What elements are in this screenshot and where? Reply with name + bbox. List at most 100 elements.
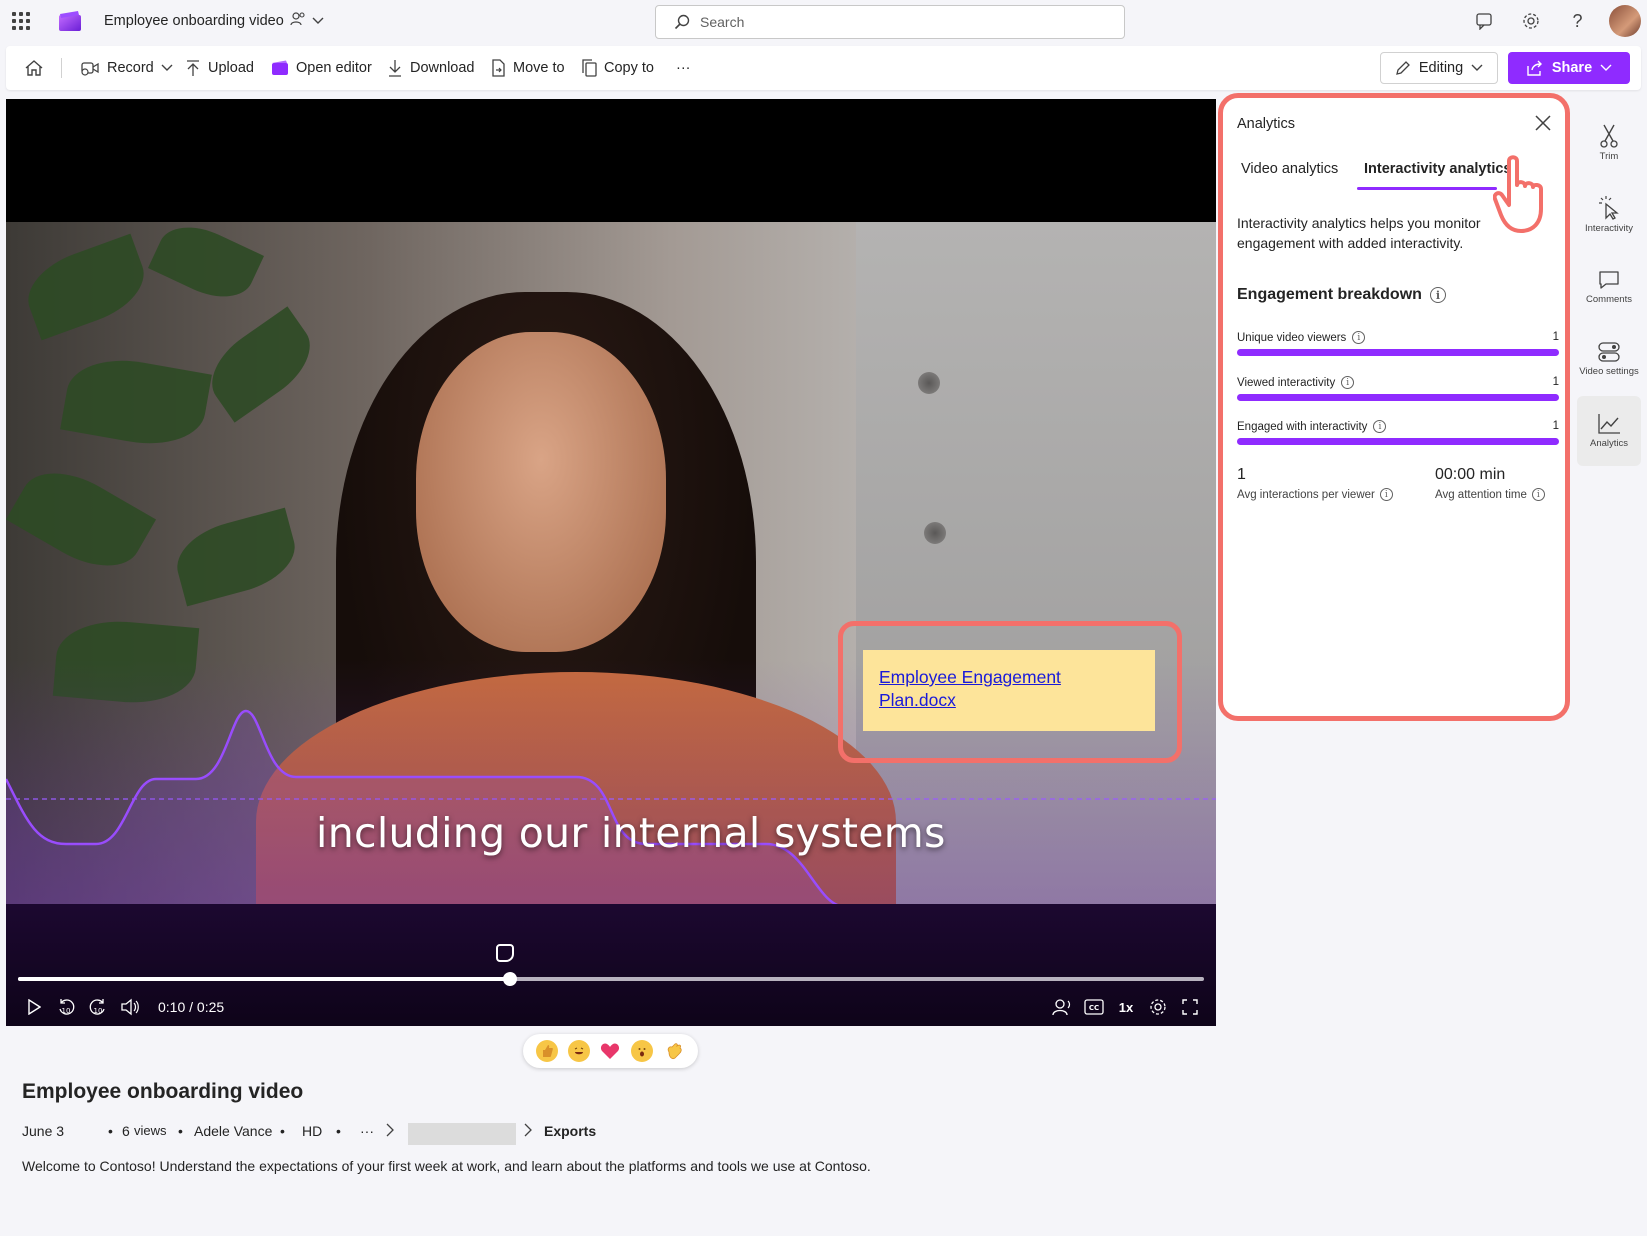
toolbar-divider [61, 58, 62, 78]
interactive-link-card[interactable]: Employee Engagement Plan.docx [863, 650, 1155, 731]
rail-item-analytics[interactable]: Analytics [1577, 396, 1641, 466]
move-to-button[interactable]: Move to [490, 46, 565, 90]
right-controls: CC 1x [1046, 991, 1206, 1023]
player-settings-icon[interactable] [1142, 991, 1174, 1023]
breadcrumb-chevron-icon [524, 1123, 532, 1140]
metric-unique-viewers: Unique video viewers i 1 [1237, 331, 1559, 356]
download-button[interactable]: Download [387, 46, 475, 90]
more-actions-button[interactable]: ··· [676, 46, 691, 90]
rail-item-interactivity[interactable]: Interactivity [1577, 180, 1641, 250]
volume-icon[interactable] [114, 991, 146, 1023]
download-icon [389, 60, 401, 77]
views-label: views [134, 1123, 167, 1138]
rail-item-trim[interactable]: Trim [1577, 108, 1641, 178]
share-icon [1527, 60, 1542, 76]
redacted-folder-name [408, 1123, 516, 1145]
breadcrumb-folder-exports[interactable]: Exports [544, 1123, 596, 1139]
upload-label: Upload [208, 60, 254, 76]
info-icon[interactable]: i [1379, 488, 1393, 501]
copy-to-button[interactable]: Copy to [581, 46, 654, 90]
fullscreen-icon[interactable] [1174, 991, 1206, 1023]
video-settings-icon [1598, 342, 1620, 362]
metric-viewed-interactivity: Viewed interactivity i 1 [1237, 376, 1559, 401]
tab-video-analytics[interactable]: Video analytics [1241, 161, 1338, 177]
document-title-text: Employee onboarding video [104, 12, 284, 29]
info-icon[interactable]: i [1429, 287, 1446, 303]
app-launcher-icon[interactable] [12, 12, 30, 30]
stat-avg-attention: 00:00 min Avg attention time i [1435, 466, 1545, 501]
stat-value: 00:00 min [1435, 466, 1506, 483]
link-text-line1[interactable]: Employee Engagement [879, 667, 1061, 687]
breadcrumb-more-button[interactable]: ··· [360, 1123, 374, 1139]
chevron-down-icon[interactable] [312, 14, 324, 28]
analytics-description: Interactivity analytics helps you monito… [1237, 215, 1481, 251]
more-icon: ··· [676, 60, 691, 76]
share-button[interactable]: Share [1508, 52, 1630, 84]
reactions-bar [523, 1034, 698, 1068]
engagement-graph [6, 709, 1216, 1026]
laugh-reaction-icon[interactable] [567, 1040, 590, 1062]
play-icon[interactable] [18, 991, 50, 1023]
heart-reaction-icon[interactable] [599, 1040, 621, 1062]
author-name[interactable]: Adele Vance [194, 1123, 272, 1139]
record-button[interactable]: Record [80, 46, 173, 90]
stat-label: Avg attention time [1435, 488, 1527, 501]
surprised-reaction-icon[interactable] [631, 1040, 654, 1062]
speaker-coach-icon[interactable] [1046, 991, 1078, 1023]
upload-button[interactable]: Upload [185, 46, 254, 90]
upload-icon [187, 60, 199, 76]
info-icon[interactable]: i [1373, 420, 1387, 433]
skip-forward-seconds: 10 [94, 1007, 103, 1015]
metric-value: 1 [1552, 420, 1559, 432]
analytics-panel-title: Analytics [1237, 116, 1296, 132]
playback-speed-button[interactable]: 1x [1110, 991, 1142, 1023]
record-camera-icon [81, 62, 99, 76]
close-icon[interactable] [1535, 114, 1551, 134]
info-icon[interactable]: i [1341, 376, 1355, 389]
link-text-line2[interactable]: Plan.docx [879, 690, 956, 710]
editing-mode-button[interactable]: Editing [1380, 52, 1498, 84]
top-right-icons: ? [1460, 0, 1647, 42]
meta-dot: • [108, 1123, 113, 1139]
metric-value: 1 [1552, 376, 1559, 388]
time-display: 0:10 / 0:25 [158, 999, 225, 1015]
editing-label: Editing [1418, 60, 1464, 76]
rail-item-video-settings[interactable]: Video settings [1577, 324, 1641, 394]
engagement-breakdown-title: Engagement breakdown [1237, 286, 1422, 303]
copy-to-label: Copy to [604, 60, 654, 76]
meta-dot: • [336, 1123, 341, 1139]
right-tool-rail: Trim Interactivity Comments Video settin… [1577, 108, 1647, 468]
breadcrumb-chevron-icon [386, 1123, 394, 1140]
rail-label: Video settings [1579, 366, 1639, 377]
skip-forward-icon[interactable]: 10 [82, 991, 114, 1023]
help-icon[interactable]: ? [1554, 0, 1601, 42]
closed-captions-icon[interactable]: CC [1078, 991, 1110, 1023]
info-icon[interactable]: i [1531, 488, 1545, 501]
skip-back-icon[interactable]: 10 [50, 991, 82, 1023]
views-count: 6 [122, 1123, 130, 1139]
note-marker-icon[interactable] [496, 944, 514, 962]
document-title[interactable]: Employee onboarding video [104, 12, 324, 29]
user-avatar[interactable] [1609, 5, 1641, 37]
home-button[interactable] [24, 46, 44, 90]
rail-item-comments[interactable]: Comments [1577, 252, 1641, 322]
settings-gear-icon[interactable] [1507, 0, 1554, 42]
timeline-scrubber[interactable] [18, 972, 1204, 986]
clap-reaction-icon[interactable] [663, 1040, 685, 1062]
metric-engaged-interactivity: Engaged with interactivity i 1 [1237, 420, 1559, 445]
info-icon[interactable]: i [1352, 331, 1366, 344]
metric-value: 1 [1552, 331, 1559, 343]
copy-icon [582, 59, 597, 77]
feedback-icon[interactable] [1460, 0, 1507, 42]
search-box[interactable]: Search [655, 5, 1125, 39]
open-editor-button[interactable]: Open editor [271, 46, 372, 90]
stat-value: 1 [1237, 466, 1246, 483]
tab-interactivity-analytics[interactable]: Interactivity analytics [1364, 161, 1512, 177]
metric-label: Viewed interactivity [1237, 376, 1336, 389]
metric-bar [1237, 394, 1559, 401]
rail-label: Comments [1586, 294, 1632, 305]
download-label: Download [410, 60, 475, 76]
thumbs-up-reaction-icon[interactable] [535, 1040, 558, 1062]
stat-label: Avg interactions per viewer [1237, 488, 1375, 501]
video-player[interactable]: including our internal systems Employee … [6, 99, 1216, 1026]
